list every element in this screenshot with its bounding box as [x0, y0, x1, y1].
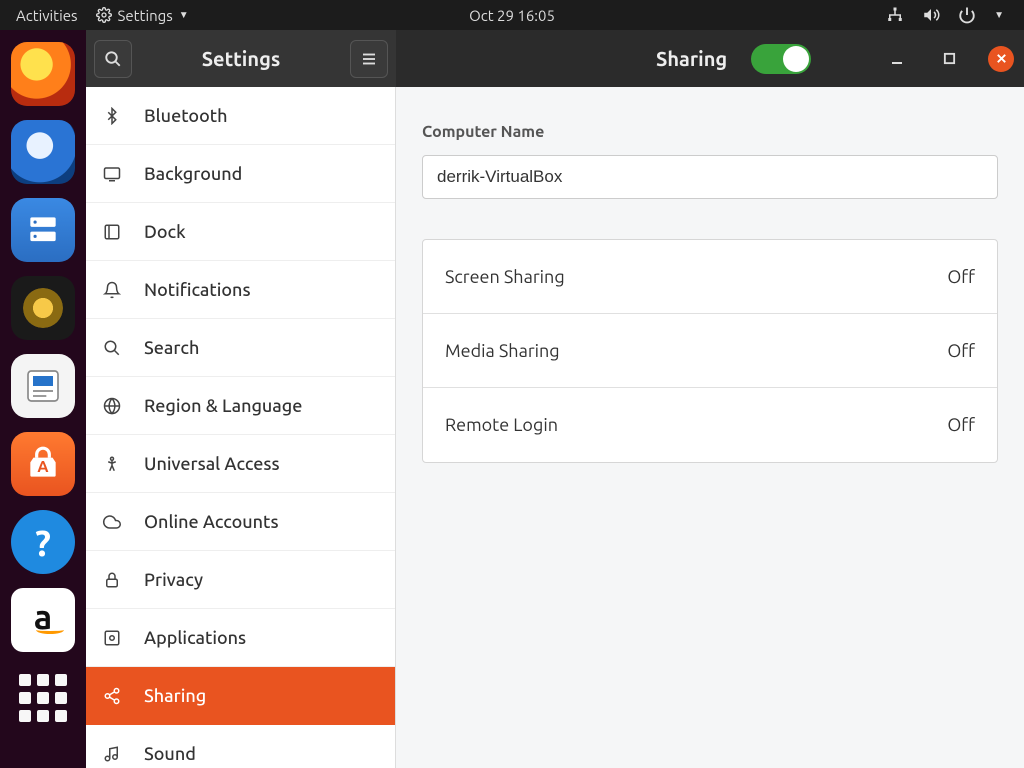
- sidebar-item-sharing[interactable]: Sharing: [86, 667, 395, 725]
- hamburger-button[interactable]: [350, 40, 388, 78]
- sidebar-item-bluetooth[interactable]: Bluetooth: [86, 87, 395, 145]
- sidebar-item-label: Region & Language: [144, 396, 302, 416]
- sharing-row-screen-sharing[interactable]: Screen Sharing Off: [423, 240, 997, 314]
- sidebar-item-background[interactable]: Background: [86, 145, 395, 203]
- sharing-row-remote-login[interactable]: Remote Login Off: [423, 388, 997, 462]
- volume-icon: [922, 6, 940, 24]
- sidebar-title: Settings: [202, 47, 281, 70]
- applications-icon: [100, 629, 124, 647]
- close-icon: [995, 52, 1008, 65]
- sidebar-item-region[interactable]: Region & Language: [86, 377, 395, 435]
- svg-text:A: A: [37, 457, 48, 475]
- sharing-toggle[interactable]: [751, 44, 811, 74]
- sharing-row-label: Screen Sharing: [445, 267, 565, 287]
- maximize-icon: [943, 52, 956, 65]
- top-bar: Activities Settings ▼ Oct 29 16:05 ▼: [0, 0, 1024, 30]
- sound-icon: [100, 745, 124, 763]
- chevron-down-icon: ▼: [994, 9, 1004, 21]
- app-menu[interactable]: Settings ▼: [96, 7, 189, 24]
- close-button[interactable]: [988, 46, 1014, 72]
- status-area[interactable]: ▼: [886, 6, 1024, 24]
- search-icon: [104, 50, 122, 68]
- hamburger-icon: [360, 50, 378, 68]
- sidebar-item-label: Applications: [144, 628, 246, 648]
- sidebar-item-sound[interactable]: Sound: [86, 725, 395, 768]
- sidebar-item-online[interactable]: Online Accounts: [86, 493, 395, 551]
- content-title: Sharing: [656, 47, 727, 70]
- sidebar-item-universal[interactable]: Universal Access: [86, 435, 395, 493]
- dock-app-files[interactable]: [11, 198, 75, 262]
- computer-name-input[interactable]: [422, 155, 998, 199]
- settings-sidebar: Bluetooth Background Dock Notifications Sear…: [86, 87, 396, 768]
- gear-icon: [96, 7, 112, 23]
- sidebar-item-label: Privacy: [144, 570, 203, 590]
- sharing-row-status: Off: [947, 267, 975, 287]
- app-menu-label: Settings: [118, 7, 173, 24]
- sidebar-item-privacy[interactable]: Privacy: [86, 551, 395, 609]
- sidebar-item-search[interactable]: Search: [86, 319, 395, 377]
- sidebar-item-label: Universal Access: [144, 454, 280, 474]
- search-icon: [100, 339, 124, 357]
- minimize-icon: [890, 52, 904, 66]
- sidebar-item-label: Dock: [144, 222, 186, 242]
- sidebar-item-label: Notifications: [144, 280, 251, 300]
- bluetooth-icon: [100, 107, 124, 125]
- minimize-button[interactable]: [884, 46, 910, 72]
- sharing-row-status: Off: [947, 415, 975, 435]
- maximize-button[interactable]: [936, 46, 962, 72]
- dock-show-apps[interactable]: [11, 666, 75, 730]
- sidebar-item-label: Sharing: [144, 686, 206, 706]
- sidebar-item-label: Sound: [144, 744, 196, 764]
- dock-app-writer[interactable]: [11, 354, 75, 418]
- sharing-list: Screen SharingOffMedia SharingOffRemote …: [422, 239, 998, 463]
- notifications-icon: [100, 281, 124, 299]
- region-icon: [100, 397, 124, 415]
- dock-app-amazon[interactable]: a: [11, 588, 75, 652]
- dock-app-software[interactable]: A: [11, 432, 75, 496]
- background-icon: [100, 165, 124, 183]
- titlebar: Settings Sharing: [86, 30, 1024, 87]
- sharing-icon: [100, 687, 124, 705]
- chevron-down-icon: ▼: [179, 9, 189, 21]
- universal-icon: [100, 455, 124, 473]
- sharing-panel: Computer Name Screen SharingOffMedia Sha…: [396, 87, 1024, 768]
- sharing-row-media-sharing[interactable]: Media Sharing Off: [423, 314, 997, 388]
- sidebar-item-label: Online Accounts: [144, 512, 279, 532]
- settings-window: Settings Sharing BluetoothBack: [86, 30, 1024, 768]
- activities-button[interactable]: Activities: [16, 7, 78, 24]
- power-icon: [958, 6, 976, 24]
- dock-icon: [100, 223, 124, 241]
- computer-name-label: Computer Name: [422, 123, 998, 141]
- dock: A ? a: [0, 30, 86, 768]
- sidebar-item-label: Background: [144, 164, 242, 184]
- sharing-row-label: Remote Login: [445, 415, 558, 435]
- sidebar-item-applications[interactable]: Applications: [86, 609, 395, 667]
- sidebar-item-dock[interactable]: Dock: [86, 203, 395, 261]
- apps-grid-icon: [19, 674, 67, 722]
- search-button[interactable]: [94, 40, 132, 78]
- sidebar-item-label: Bluetooth: [144, 106, 228, 126]
- dock-app-thunderbird[interactable]: [11, 120, 75, 184]
- online-icon: [100, 513, 124, 531]
- dock-app-firefox[interactable]: [11, 42, 75, 106]
- sharing-row-status: Off: [947, 341, 975, 361]
- dock-app-rhythmbox[interactable]: [11, 276, 75, 340]
- sidebar-item-notifications[interactable]: Notifications: [86, 261, 395, 319]
- sharing-row-label: Media Sharing: [445, 341, 560, 361]
- network-icon: [886, 6, 904, 24]
- sidebar-item-label: Search: [144, 338, 199, 358]
- privacy-icon: [100, 571, 124, 589]
- dock-app-help[interactable]: ?: [11, 510, 75, 574]
- clock[interactable]: Oct 29 16:05: [469, 7, 555, 24]
